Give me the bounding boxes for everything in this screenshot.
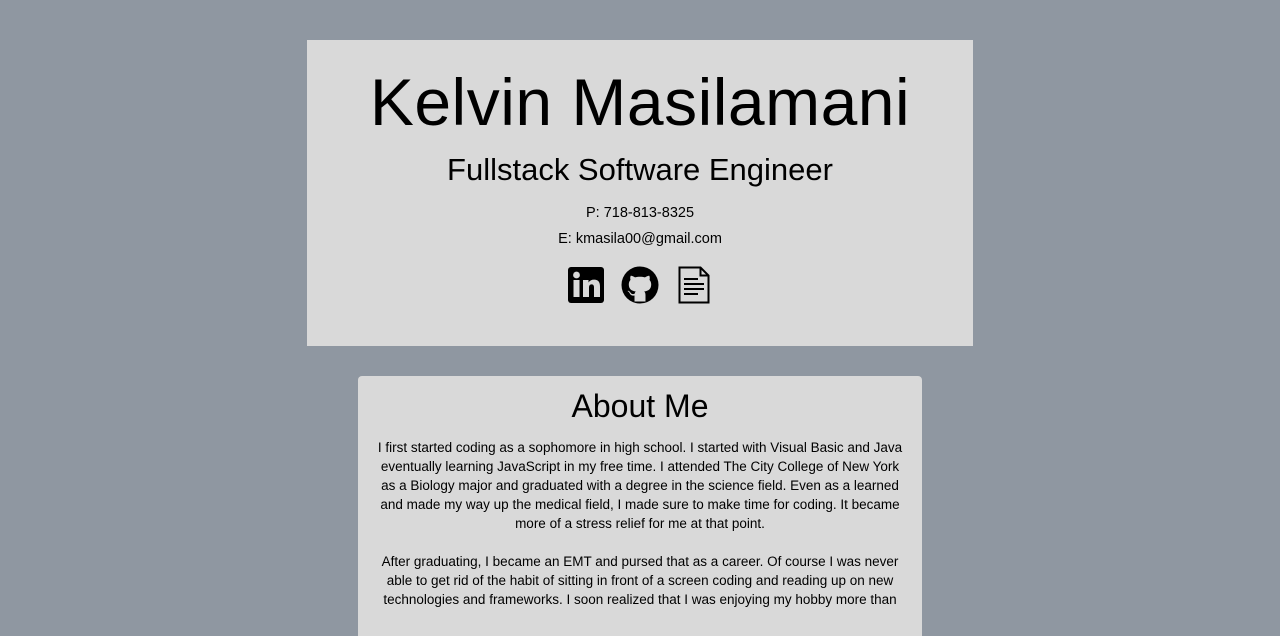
linkedin-link[interactable] (567, 266, 605, 304)
page-title: Kelvin Masilamani (369, 65, 911, 139)
about-heading: About Me (571, 388, 709, 424)
linkedin-icon (568, 267, 604, 303)
about-paragraph-2: After graduating, I became an EMT and pu… (381, 554, 899, 607)
header-card: Kelvin Masilamani Fullstack Software Eng… (307, 40, 973, 346)
email-address: E: kmasila00@gmail.com (558, 231, 722, 247)
social-links (307, 266, 973, 304)
github-icon (621, 266, 659, 304)
about-card: About Me I first started coding as a sop… (358, 376, 922, 636)
phone-number: P: 718-813-8325 (585, 205, 695, 221)
about-paragraph-1: I first started coding as a sophomore in… (377, 440, 903, 531)
resume-document-icon (678, 266, 710, 304)
resume-link[interactable] (675, 266, 713, 304)
github-link[interactable] (621, 266, 659, 304)
job-title: Fullstack Software Engineer (447, 152, 833, 187)
